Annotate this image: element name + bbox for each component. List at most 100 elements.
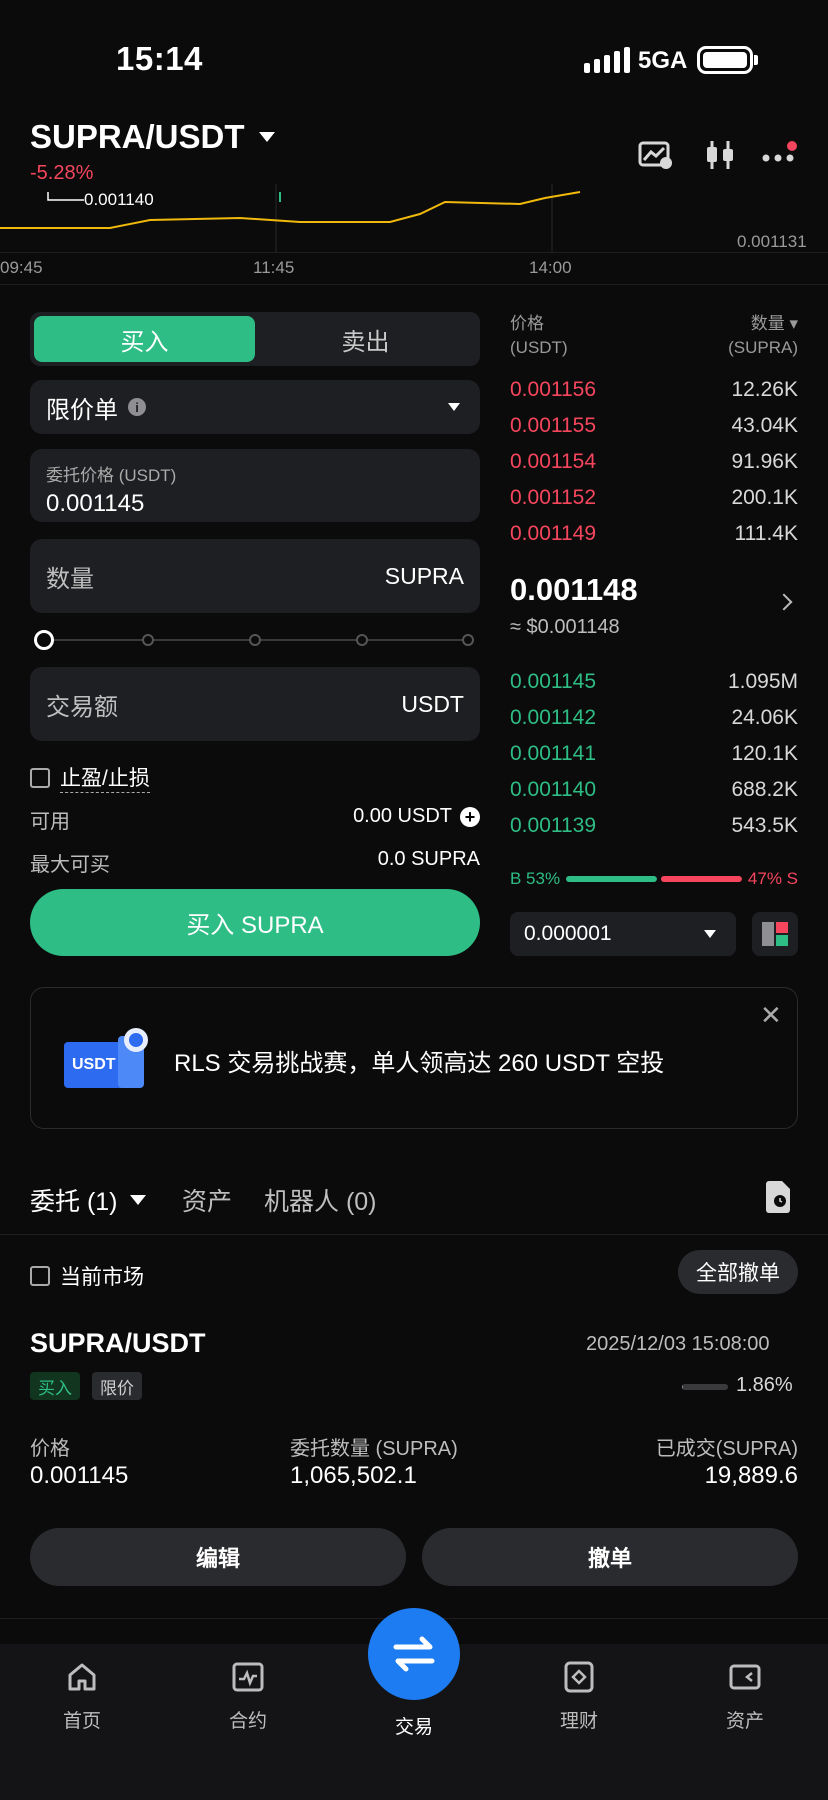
- chart-low-label: 0.001140: [84, 190, 154, 209]
- x-tick: 09:45: [0, 258, 43, 277]
- history-icon[interactable]: [764, 1181, 792, 1213]
- battery-icon: [697, 46, 753, 74]
- buy-sell-tabs: 买入 卖出: [30, 312, 480, 366]
- ask-row[interactable]: 0.001152 200.1K: [510, 480, 798, 516]
- order-type-select[interactable]: 限价单 i: [30, 380, 480, 434]
- ask-qty: 200.1K: [731, 486, 798, 509]
- pair-selector[interactable]: SUPRA/USDT: [30, 118, 275, 156]
- candlestick-icon[interactable]: [700, 138, 740, 172]
- nav-home[interactable]: 首页: [22, 1660, 142, 1733]
- nav-assets[interactable]: 资产: [685, 1660, 805, 1733]
- caret-down-icon: [258, 132, 275, 142]
- more-icon[interactable]: [760, 138, 800, 172]
- tab-assets[interactable]: 资产: [182, 1182, 232, 1218]
- bid-qty: 120.1K: [731, 742, 798, 765]
- amount-input[interactable]: 交易额 USDT: [30, 667, 480, 741]
- amount-slider[interactable]: [34, 630, 474, 650]
- slider-step-100[interactable]: [462, 634, 474, 646]
- bid-qty: 24.06K: [731, 706, 798, 729]
- fill-progress-value: [682, 1384, 683, 1390]
- ask-price: 0.001152: [510, 486, 597, 509]
- slider-step-25[interactable]: [142, 634, 154, 646]
- chart-axis-value: 0.001131: [737, 232, 807, 251]
- price-input-value[interactable]: 0.001145: [46, 490, 464, 518]
- tpsl-toggle[interactable]: 止盈/止损: [30, 762, 150, 793]
- ask-price: 0.001154: [510, 450, 597, 473]
- available-value: 0.00 USDT: [353, 805, 452, 827]
- cancel-order-button[interactable]: 撤单: [422, 1528, 798, 1586]
- nav-futures[interactable]: 合约: [188, 1660, 308, 1733]
- ask-row[interactable]: 0.001156 12.26K: [510, 372, 798, 408]
- bid-price: 0.001141: [510, 742, 597, 765]
- tab-sell[interactable]: 卖出: [255, 316, 476, 362]
- tab-buy[interactable]: 买入: [34, 316, 255, 362]
- promo-text[interactable]: RLS 交易挑战赛，单人领高达 260 USDT 空投: [174, 1043, 664, 1078]
- nav-earn[interactable]: 理财: [519, 1660, 639, 1733]
- chart-baseline: [0, 252, 828, 253]
- bid-price: 0.001139: [510, 814, 597, 837]
- slider-handle[interactable]: [34, 630, 54, 650]
- quantity-placeholder: 数量: [46, 565, 94, 593]
- order-qty-value: 1,065,502.1: [290, 1462, 417, 1489]
- trade-fab[interactable]: [368, 1608, 460, 1700]
- order-filled-value: 19,889.6: [704, 1462, 798, 1489]
- amount-placeholder: 交易额: [46, 693, 118, 721]
- ratio-bar: [566, 876, 742, 882]
- submit-buy-button[interactable]: 买入 SUPRA: [30, 889, 480, 956]
- slider-step-50[interactable]: [249, 634, 261, 646]
- bid-row[interactable]: 0.001140 688.2K: [510, 772, 798, 808]
- last-price-usd: ≈ $0.001148: [510, 616, 620, 638]
- current-market-label: 当前市场: [60, 1266, 144, 1289]
- quantity-unit: SUPRA: [384, 562, 464, 589]
- status-time: 15:14: [116, 40, 203, 77]
- order-type-tag: 限价: [92, 1372, 142, 1400]
- price-input[interactable]: 委托价格 (USDT) 0.001145: [30, 449, 480, 522]
- precision-value: 0.000001: [524, 922, 612, 945]
- nav-trade-label[interactable]: 交易: [354, 1712, 474, 1739]
- bid-price: 0.001145: [510, 670, 597, 693]
- sell-ratio-label: 47% S: [747, 869, 798, 888]
- slider-step-75[interactable]: [356, 634, 368, 646]
- tab-orders[interactable]: 委托 (1): [30, 1182, 146, 1218]
- buy-sell-ratio: B 53% 47% S: [510, 868, 798, 890]
- max-buy-value: 0.0 SUPRA: [377, 848, 480, 870]
- bid-qty: 543.5K: [731, 814, 798, 837]
- ask-row[interactable]: 0.001154 91.96K: [510, 444, 798, 480]
- info-icon[interactable]: i: [128, 398, 146, 416]
- bid-row[interactable]: 0.001139 543.5K: [510, 808, 798, 844]
- current-market-checkbox[interactable]: [30, 1266, 50, 1286]
- order-qty-label: 委托数量 (SUPRA): [290, 1438, 458, 1460]
- ask-row[interactable]: 0.001155 43.04K: [510, 408, 798, 444]
- ask-row[interactable]: 0.001149 111.4K: [510, 516, 798, 552]
- edit-order-button[interactable]: 编辑: [30, 1528, 406, 1586]
- bid-row[interactable]: 0.001145 1.095M: [510, 664, 798, 700]
- deposit-plus-icon[interactable]: +: [460, 806, 480, 827]
- close-icon[interactable]: ✕: [760, 1000, 782, 1031]
- buy-ratio-fill: [566, 876, 657, 882]
- order-price-label: 价格: [30, 1438, 70, 1460]
- tpsl-label: 止盈/止损: [60, 762, 150, 793]
- fill-progress: [682, 1384, 728, 1390]
- home-icon: [68, 1663, 96, 1691]
- buy-ratio-label: B 53%: [510, 869, 561, 888]
- orderbook-layout-icon[interactable]: [752, 912, 798, 956]
- precision-select[interactable]: 0.000001: [510, 912, 736, 956]
- sell-ratio-fill: [660, 876, 742, 882]
- earn-icon: [564, 1661, 594, 1693]
- wallet-icon: [729, 1664, 761, 1690]
- bid-price: 0.001140: [510, 778, 597, 801]
- bid-row[interactable]: 0.001141 120.1K: [510, 736, 798, 772]
- x-tick: 11:45: [253, 258, 295, 277]
- orderbook-qty-header[interactable]: 数量 ▾ (SUPRA): [728, 312, 798, 360]
- order-side-tag: 买入: [30, 1372, 80, 1400]
- tab-bots[interactable]: 机器人 (0): [264, 1182, 377, 1218]
- cancel-all-button[interactable]: 全部撤单: [678, 1250, 798, 1294]
- current-market-filter[interactable]: 当前市场: [30, 1261, 144, 1291]
- ask-qty: 43.04K: [731, 414, 798, 437]
- bid-row[interactable]: 0.001142 24.06K: [510, 700, 798, 736]
- quantity-input[interactable]: 数量 SUPRA: [30, 539, 480, 613]
- chevron-right-icon[interactable]: [775, 593, 793, 611]
- pair-title: SUPRA/USDT: [30, 118, 245, 155]
- chart-settings-icon[interactable]: [636, 138, 676, 172]
- tpsl-checkbox[interactable]: [30, 767, 50, 788]
